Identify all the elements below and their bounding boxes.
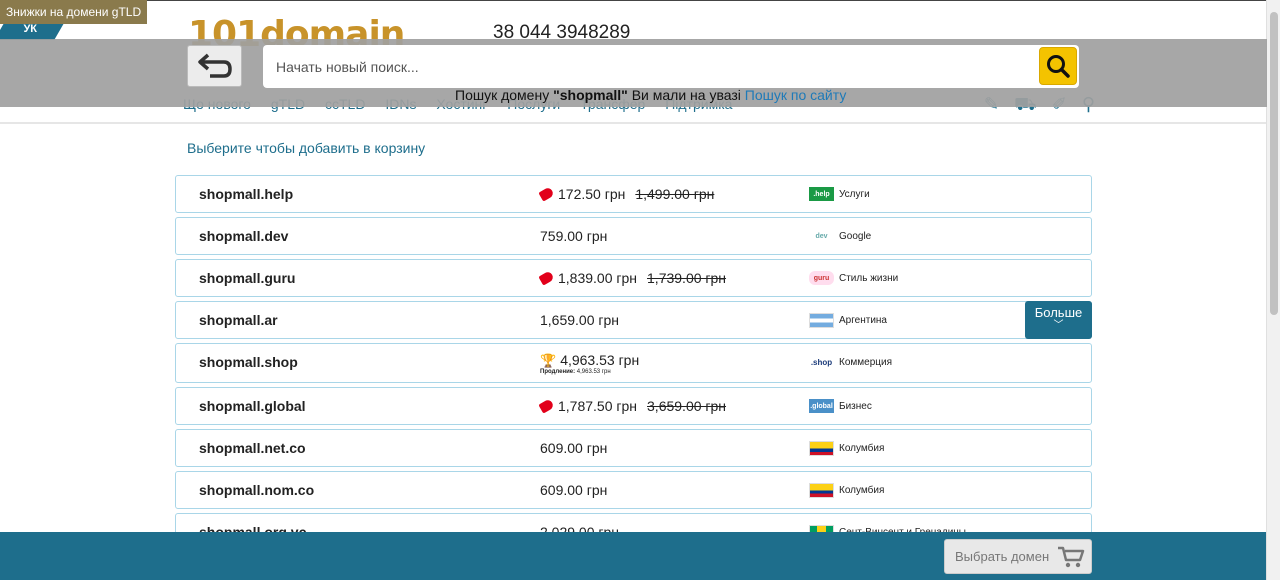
search-icon xyxy=(1047,55,1070,78)
price: 1,839.00 грн 1,739.00 грн xyxy=(538,270,727,286)
category-label: Колумбия xyxy=(839,485,885,496)
current-price: 609.00 грн xyxy=(540,482,608,498)
scrollbar-thumb[interactable] xyxy=(1270,12,1278,315)
scrollbar[interactable] xyxy=(1266,0,1280,580)
search-box xyxy=(263,45,1079,88)
page: Знижки на домени gTLD УК 101domain 38 04… xyxy=(0,0,1280,580)
category: guru Стиль жизни xyxy=(809,271,898,285)
current-price: 4,963.53 грн xyxy=(560,352,640,368)
chevron-down-icon: ﹀ xyxy=(1053,320,1064,331)
category: .global Бизнес xyxy=(809,399,872,413)
back-arrow-icon xyxy=(197,53,232,78)
category-label: Коммерция xyxy=(839,356,892,368)
more-button[interactable]: Больше ﹀ xyxy=(1025,301,1092,339)
category-label: Стиль жизни xyxy=(839,272,899,284)
price: 759.00 грн xyxy=(540,228,607,244)
old-price: 1,739.00 грн xyxy=(647,270,727,286)
category: Колумбия xyxy=(809,483,884,498)
domain-name: shopmall.dev xyxy=(199,228,289,244)
cart-icon xyxy=(1058,546,1085,568)
choose-domain-label: Выбрать домен xyxy=(955,549,1050,564)
search-note-prefix: Пошук домену xyxy=(455,87,554,103)
old-price: 3,659.00 грн xyxy=(647,398,727,414)
domain-row[interactable]: shopmall.nom.co 609.00 грн Колумбия xyxy=(175,471,1092,509)
search-note-suffix: Ви мали на увазі xyxy=(627,87,745,103)
promo-banner[interactable]: Знижки на домени gTLD xyxy=(0,0,148,24)
domain-name: shopmall.ar xyxy=(199,312,278,328)
current-price: 759.00 грн xyxy=(540,228,608,244)
page-subtitle: Выберите чтобы добавить в корзину xyxy=(187,140,426,156)
domain-row[interactable]: shopmall.ar 1,659.00 грн Аргентина Больш… xyxy=(175,301,1092,339)
colombia-flag-icon xyxy=(809,441,834,456)
renewal-label: Продление: xyxy=(540,369,576,375)
renewal-value: 4,963.53 грн xyxy=(576,369,611,375)
bottom-bar: Выбрать домен xyxy=(0,532,1266,580)
choose-domain-button[interactable]: Выбрать домен xyxy=(944,539,1092,574)
domain-row[interactable]: shopmall.help 172.50 грн 1,499.00 грн .he… xyxy=(175,175,1092,213)
current-price: 609.00 грн xyxy=(540,440,608,456)
sale-tag-icon xyxy=(538,398,555,414)
category-label: Колумбия xyxy=(839,443,885,454)
domain-name: shopmall.help xyxy=(199,186,294,202)
domain-row[interactable]: shopmall.shop 🏆 4,963.53 грн Продление: 4… xyxy=(175,343,1092,383)
domain-row[interactable]: shopmall.net.co 609.00 грн Колумбия xyxy=(175,429,1092,467)
category: .help Услуги xyxy=(809,187,870,201)
renewal-price: Продление: 4,963.53 грн xyxy=(540,369,611,375)
search-suggestion: Пошук домену "shopmall" Ви мали на увазі… xyxy=(455,87,846,103)
domain-name: shopmall.net.co xyxy=(199,440,306,456)
tld-logo: .shop xyxy=(809,355,834,369)
price: 172.50 грн 1,499.00 грн xyxy=(538,186,715,202)
top-line xyxy=(0,0,1280,1)
tld-logo: guru xyxy=(809,271,834,285)
category: dev Google xyxy=(809,229,871,243)
price: 609.00 грн xyxy=(540,482,607,498)
more-label: Больше xyxy=(1034,305,1083,320)
search-query: "shopmall" xyxy=(553,87,628,103)
nav-divider xyxy=(0,122,1266,124)
old-price: 1,499.00 грн xyxy=(635,186,715,202)
category-label: Услуги xyxy=(839,188,870,200)
current-price: 1,787.50 грн xyxy=(558,398,638,414)
tld-logo: dev xyxy=(809,229,834,243)
domain-row[interactable]: shopmall.dev 759.00 грн dev Google xyxy=(175,217,1092,255)
domain-name: shopmall.global xyxy=(199,398,306,414)
search-button[interactable] xyxy=(1039,47,1077,85)
back-button[interactable] xyxy=(187,45,242,87)
price: 609.00 грн xyxy=(540,440,607,456)
price: 🏆 4,963.53 грн xyxy=(540,352,639,369)
domain-name: shopmall.shop xyxy=(199,354,298,370)
domain-row[interactable]: shopmall.guru 1,839.00 грн 1,739.00 грн g… xyxy=(175,259,1092,297)
current-price: 1,839.00 грн xyxy=(558,270,638,286)
price: 1,787.50 грн 3,659.00 грн xyxy=(538,398,727,414)
sale-tag-icon xyxy=(538,270,555,286)
category: Аргентина xyxy=(809,313,887,328)
category: Колумбия xyxy=(809,441,884,456)
current-price: 1,659.00 грн xyxy=(540,312,620,328)
current-price: 172.50 грн xyxy=(558,186,626,202)
trophy-icon: 🏆 xyxy=(540,353,557,368)
search-input[interactable] xyxy=(263,45,1033,88)
sale-tag-icon xyxy=(538,186,555,202)
search-overlay: Пошук домену "shopmall" Ви мали на увазі… xyxy=(0,39,1267,107)
category-label: Аргентина xyxy=(839,315,887,326)
site-search-link[interactable]: Пошук по сайту xyxy=(745,87,847,103)
category: .shop Коммерция xyxy=(809,355,892,369)
tld-logo: .help xyxy=(809,187,834,201)
price: 1,659.00 грн xyxy=(540,312,619,328)
argentina-flag-icon xyxy=(809,313,834,328)
domain-name: shopmall.guru xyxy=(199,270,296,286)
category-label: Бизнес xyxy=(839,400,872,412)
tld-logo: .global xyxy=(809,399,834,413)
domain-list: shopmall.help 172.50 грн 1,499.00 грн .he… xyxy=(175,175,1092,555)
domain-name: shopmall.nom.co xyxy=(199,482,315,498)
domain-row[interactable]: shopmall.global 1,787.50 грн 3,659.00 грн… xyxy=(175,387,1092,425)
category-label: Google xyxy=(839,230,872,242)
colombia-flag-icon xyxy=(809,483,834,498)
